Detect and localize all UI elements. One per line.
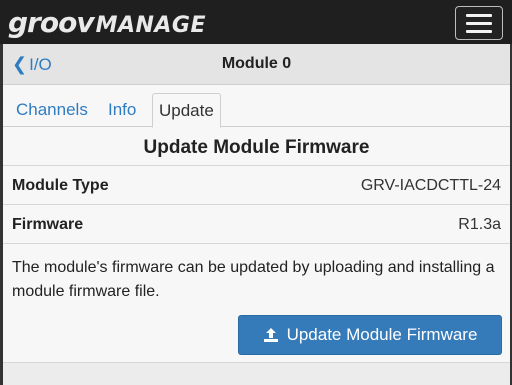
module-type-value: GRV-IACDCTTL-24 — [360, 177, 501, 194]
top-bar: groov MANAGE — [0, 0, 512, 44]
firmware-description: The module's firmware can be updated by … — [12, 259, 495, 300]
upload-icon — [263, 327, 279, 343]
tab-info[interactable]: Info — [102, 93, 142, 127]
groov-manage-logo: groov MANAGE — [8, 6, 207, 39]
app-frame: groov MANAGE ❮ I/O Module 0 Channels Inf… — [0, 0, 512, 385]
section-title: Update Module Firmware — [3, 128, 510, 166]
firmware-value: R1.3a — [458, 216, 501, 233]
hamburger-line — [466, 21, 492, 25]
content-panel: ❮ I/O Module 0 Channels Info Update Upda… — [3, 44, 510, 385]
page-title: Module 0 — [221, 55, 292, 72]
hamburger-line — [466, 13, 492, 17]
hamburger-menu-icon[interactable] — [455, 6, 503, 40]
firmware-label: Firmware — [12, 216, 84, 233]
firmware-row: Firmware R1.3a — [3, 206, 510, 244]
tab-channels[interactable]: Channels — [10, 93, 94, 127]
module-type-label: Module Type — [12, 177, 109, 194]
hamburger-line — [466, 29, 492, 33]
update-module-firmware-button[interactable]: Update Module Firmware — [238, 315, 502, 355]
nav-bar: ❮ I/O Module 0 — [3, 44, 510, 85]
tab-update[interactable]: Update — [152, 93, 221, 128]
panel-footer — [3, 362, 510, 385]
logo-groov-text: groov — [8, 6, 95, 39]
logo-manage-text: MANAGE — [95, 13, 207, 38]
module-type-row: Module Type GRV-IACDCTTL-24 — [3, 167, 510, 205]
tab-bar: Channels Info Update — [3, 85, 510, 128]
update-button-label: Update Module Firmware — [286, 325, 478, 344]
